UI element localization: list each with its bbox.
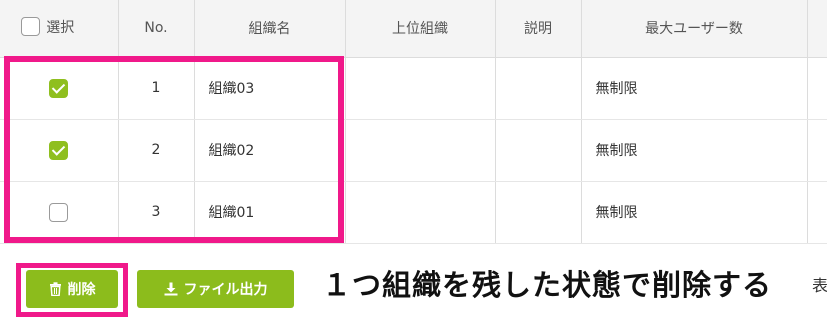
row-overflow — [807, 119, 827, 182]
table-row[interactable]: 3 組織01 無制限 — [0, 181, 827, 244]
row-max-users: 無制限 — [581, 119, 808, 182]
row-description — [495, 119, 582, 182]
trash-icon — [49, 282, 61, 296]
delete-button[interactable]: 削除 — [26, 270, 118, 308]
row-overflow — [807, 181, 827, 244]
export-button-label: ファイル出力 — [183, 281, 268, 297]
row-description — [495, 181, 582, 244]
row-select-cell — [0, 57, 119, 120]
row-checkbox[interactable] — [49, 202, 69, 222]
header-select: 選択 — [0, 0, 119, 58]
delete-button-label: 削除 — [67, 281, 96, 297]
table-header-row: 選択 No. 組織名 上位組織 説明 最大ユーザー数 — [0, 0, 827, 58]
organization-table-container: 選択 No. 組織名 上位組織 説明 最大ユーザー数 1 組織03 無制限 2 … — [0, 0, 827, 244]
row-parent-org — [345, 119, 496, 182]
row-max-users: 無制限 — [581, 57, 808, 120]
header-overflow — [807, 0, 827, 58]
row-org-name[interactable]: 組織01 — [194, 181, 346, 244]
header-parent-org[interactable]: 上位組織 — [345, 0, 496, 58]
table-row[interactable]: 1 組織03 無制限 — [0, 57, 827, 120]
row-org-name[interactable]: 組織02 — [194, 119, 346, 182]
row-parent-org — [345, 181, 496, 244]
row-checkbox[interactable] — [49, 140, 69, 160]
row-no: 3 — [118, 181, 195, 244]
row-select-cell — [0, 181, 119, 244]
header-select-label: 選択 — [46, 19, 75, 36]
row-no: 2 — [118, 119, 195, 182]
download-icon — [164, 282, 177, 296]
row-description — [495, 57, 582, 120]
row-no: 1 — [118, 57, 195, 120]
annotation-caption: １つ組織を残した状態で削除する — [322, 268, 773, 302]
table-row[interactable]: 2 組織02 無制限 — [0, 119, 827, 182]
header-org-name[interactable]: 組織名 — [194, 0, 346, 58]
row-checkbox[interactable] — [49, 78, 69, 98]
row-overflow — [807, 57, 827, 120]
select-all-checkbox[interactable] — [21, 17, 41, 36]
row-org-name[interactable]: 組織03 — [194, 57, 346, 120]
export-file-button[interactable]: ファイル出力 — [137, 270, 294, 308]
row-parent-org — [345, 57, 496, 120]
organization-table: 選択 No. 組織名 上位組織 説明 最大ユーザー数 1 組織03 無制限 2 … — [0, 0, 827, 244]
header-description[interactable]: 説明 — [495, 0, 582, 58]
header-no[interactable]: No. — [118, 0, 195, 58]
cut-off-label: 表 — [812, 276, 827, 295]
row-max-users: 無制限 — [581, 181, 808, 244]
row-select-cell — [0, 119, 119, 182]
header-max-users[interactable]: 最大ユーザー数 — [581, 0, 808, 58]
